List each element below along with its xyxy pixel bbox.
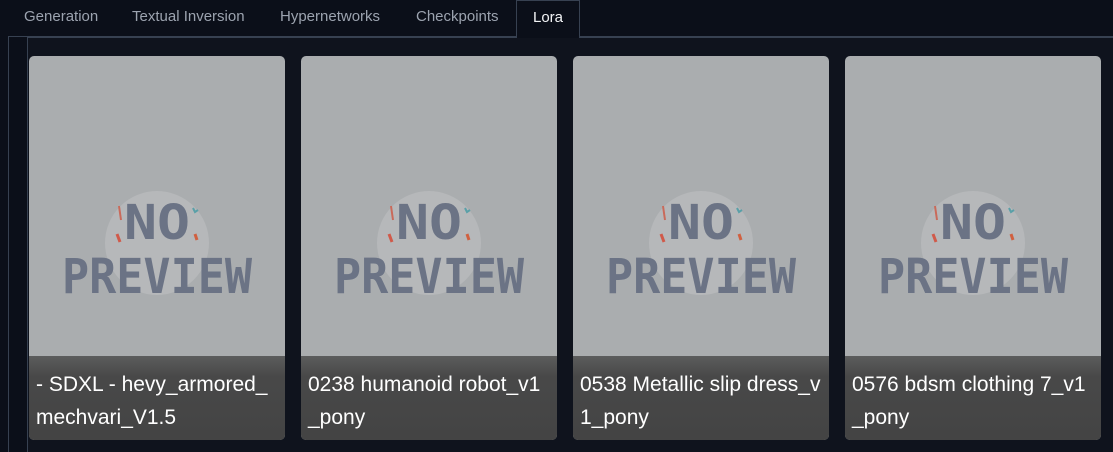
no-preview-line2: PREVIEW xyxy=(878,249,1068,305)
no-preview-line1: NO xyxy=(668,195,734,251)
no-preview-line2: PREVIEW xyxy=(62,249,252,305)
no-preview-line1: NO xyxy=(940,195,1006,251)
no-preview-line2: PREVIEW xyxy=(334,249,524,305)
tab-hypernetworks[interactable]: Hypernetworks xyxy=(280,0,380,36)
lora-card[interactable]: NO PREVIEW 0238 humanoid robot_v1_pony xyxy=(301,56,557,440)
lora-card[interactable]: NO PREVIEW 0576 bdsm clothing 7_v1_pony xyxy=(845,56,1101,440)
lora-card[interactable]: NO PREVIEW - SDXL - hevy_armored_mechvar… xyxy=(29,56,285,440)
extra-networks-tabbar: Generation Textual Inversion Hypernetwor… xyxy=(0,0,1113,38)
lora-card[interactable]: NO PREVIEW 0538 Metallic slip dress_v1_p… xyxy=(573,56,829,440)
card-name: 0576 bdsm clothing 7_v1_pony xyxy=(845,356,1101,440)
card-name: 0538 Metallic slip dress_v1_pony xyxy=(573,356,829,440)
no-preview-image: NO PREVIEW xyxy=(301,56,557,356)
no-preview-line1: NO xyxy=(396,195,462,251)
tab-lora[interactable]: Lora xyxy=(516,0,580,38)
no-preview-image: NO PREVIEW xyxy=(29,56,285,356)
tab-generation[interactable]: Generation xyxy=(24,0,98,36)
no-preview-image: NO PREVIEW xyxy=(573,56,829,356)
tab-checkpoints[interactable]: Checkpoints xyxy=(416,0,499,36)
no-preview-line1: NO xyxy=(124,195,190,251)
card-name: - SDXL - hevy_armored_mechvari_V1.5 xyxy=(29,356,285,440)
tab-textual-inversion[interactable]: Textual Inversion xyxy=(132,0,245,36)
no-preview-line2: PREVIEW xyxy=(606,249,796,305)
no-preview-image: NO PREVIEW xyxy=(845,56,1101,356)
card-name: 0238 humanoid robot_v1_pony xyxy=(301,356,557,440)
